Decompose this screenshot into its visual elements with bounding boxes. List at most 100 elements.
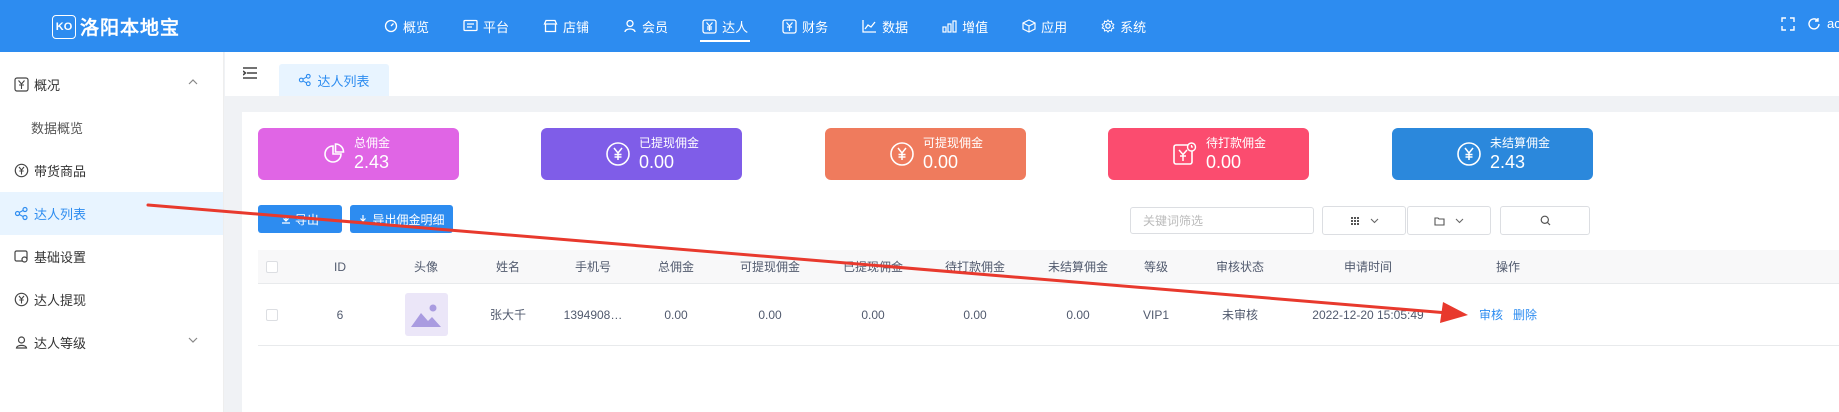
stat-value: 0.00 <box>639 152 675 172</box>
sidebar-item-products[interactable]: 带货商品 <box>0 149 223 192</box>
chevron-down-icon <box>188 337 198 343</box>
level-icon <box>15 336 28 349</box>
cell-withdrawable: 0.00 <box>758 307 782 322</box>
export-detail-label: 导出佣金明细 <box>372 212 445 227</box>
platform-icon <box>463 19 478 32</box>
nav-label: 概览 <box>403 19 430 35</box>
yen-icon <box>14 77 29 92</box>
nav-item-value-added[interactable]: 增值 <box>934 0 996 52</box>
chevron-up-icon <box>188 79 198 85</box>
select-all-checkbox[interactable] <box>266 260 278 273</box>
user-icon <box>624 19 636 33</box>
col-phone: 手机号 <box>574 260 611 274</box>
nav-item-system[interactable]: 系统 <box>1093 0 1154 52</box>
share-icon <box>14 206 28 221</box>
stat-value: 0.00 <box>1206 152 1242 172</box>
tabs-bar: 达人列表 <box>225 52 1839 96</box>
nav-item-shop[interactable]: 店铺 <box>535 0 597 52</box>
settings-icon <box>14 250 28 263</box>
nav-label: 达人 <box>722 19 749 35</box>
avatar <box>404 293 448 336</box>
row-checkbox[interactable] <box>266 308 278 321</box>
sidebar-item-levels[interactable]: 达人等级 <box>0 321 223 364</box>
logo[interactable]: KO 洛阳本地宝 <box>52 13 180 40</box>
stat-value: 2.43 <box>354 152 390 172</box>
cell-phone: 1394908… <box>563 307 623 322</box>
col-name: 姓名 <box>495 260 520 274</box>
sidebar-item-label: 基础设置 <box>34 250 87 265</box>
stat-card-unsettled: 未结算佣金 2.43 <box>1392 128 1593 180</box>
sidebar-item-talent-list[interactable]: 达人列表 <box>0 192 223 235</box>
yen-circle-icon <box>890 142 914 166</box>
finance-icon <box>782 18 797 34</box>
sidebar-item-label: 达人等级 <box>34 336 87 351</box>
nav-label: 会员 <box>642 19 669 35</box>
col-unsettled: 未结算佣金 <box>1047 260 1108 274</box>
shop-icon <box>543 19 558 33</box>
folder-dropdown[interactable] <box>1407 206 1491 235</box>
image-placeholder-icon <box>411 304 441 327</box>
folder-icon <box>1434 216 1445 226</box>
sidebar-item-basic-settings[interactable]: 基础设置 <box>0 235 223 278</box>
table-row: 6 张大千 1394908… 0.00 0.00 0.00 0.00 0.00 … <box>258 284 1839 346</box>
download-icon <box>281 215 290 224</box>
delete-link[interactable]: 删除 <box>1513 306 1537 323</box>
stat-card-withdrawn: 已提现佣金 0.00 <box>541 128 742 180</box>
yen-circle-icon <box>1457 142 1481 166</box>
col-pending: 待打款佣金 <box>944 260 1005 274</box>
col-withdrawable: 可提现佣金 <box>739 260 800 274</box>
cell-unsettled: 0.00 <box>1066 307 1090 322</box>
sidebar-item-data-overview[interactable]: 数据概览 <box>0 106 223 149</box>
menu-toggle-icon[interactable] <box>243 67 257 79</box>
review-link[interactable]: 审核 <box>1479 306 1503 323</box>
col-actions: 操作 <box>1495 260 1520 274</box>
chevron-down-icon <box>1370 218 1378 223</box>
sidebar-item-label: 达人列表 <box>34 207 87 222</box>
tab-label: 达人列表 <box>317 73 370 89</box>
tab-talent-list[interactable]: 达人列表 <box>279 64 389 96</box>
download-icon <box>360 215 367 222</box>
yen-clock-icon <box>1173 142 1197 165</box>
fullscreen-icon[interactable] <box>1781 16 1795 31</box>
search-button[interactable] <box>1500 206 1590 235</box>
nav-item-finance[interactable]: 财务 <box>774 0 836 52</box>
col-status: 审核状态 <box>1215 260 1264 274</box>
export-label: 导出 <box>294 212 319 227</box>
nav-item-overview[interactable]: 概览 <box>376 0 437 52</box>
nav-label: 应用 <box>1041 19 1068 35</box>
sidebar-item-overview[interactable]: 概况 <box>0 63 223 106</box>
stat-card-total: 总佣金 2.43 <box>258 128 459 180</box>
nav-item-platform[interactable]: 平台 <box>455 0 517 52</box>
export-button[interactable]: 导出 <box>258 205 342 233</box>
chart-icon <box>862 20 877 33</box>
col-time: 申请时间 <box>1343 260 1392 274</box>
sidebar-item-label: 数据概览 <box>31 121 84 136</box>
sidebar-item-withdraw[interactable]: 达人提现 <box>0 278 223 321</box>
top-nav: 概览 平台 店铺 会员 达人 财务 数据 增值 应用 系统 <box>376 0 1172 52</box>
app-title: 洛阳本地宝 <box>80 18 181 39</box>
cube-icon <box>1022 19 1036 33</box>
sidebar-item-label: 达人提现 <box>34 293 87 308</box>
cell-name: 张大千 <box>489 308 526 322</box>
yen-circle-icon <box>14 163 29 178</box>
nav-item-member[interactable]: 会员 <box>615 0 676 52</box>
nav-item-data[interactable]: 数据 <box>854 0 916 52</box>
col-id: ID <box>334 259 346 274</box>
user-name[interactable]: ac <box>1827 16 1839 31</box>
sidebar: 概况 数据概览 带货商品 达人列表 基础设置 达人提现 达人等级 <box>0 52 224 412</box>
column-view-dropdown[interactable] <box>1322 206 1406 235</box>
chevron-down-icon <box>1455 218 1464 223</box>
top-bar: KO 洛阳本地宝 概览 平台 店铺 会员 达人 财务 数据 增值 应用 系统 a… <box>0 0 1839 52</box>
cell-withdrawn: 0.00 <box>861 307 885 322</box>
nav-item-apps[interactable]: 应用 <box>1014 0 1075 52</box>
export-commission-detail-button[interactable]: 导出佣金明细 <box>350 205 453 233</box>
sidebar-item-label: 带货商品 <box>34 164 87 179</box>
refresh-icon[interactable] <box>1807 17 1821 31</box>
stat-value: 0.00 <box>923 152 959 172</box>
nav-label: 数据 <box>882 19 909 35</box>
cell-level: VIP1 <box>1142 307 1169 322</box>
pie-chart-icon <box>324 143 345 163</box>
gear-icon <box>1101 19 1115 33</box>
keyword-search-input[interactable] <box>1130 207 1314 234</box>
nav-item-talent[interactable]: 达人 <box>694 0 756 52</box>
